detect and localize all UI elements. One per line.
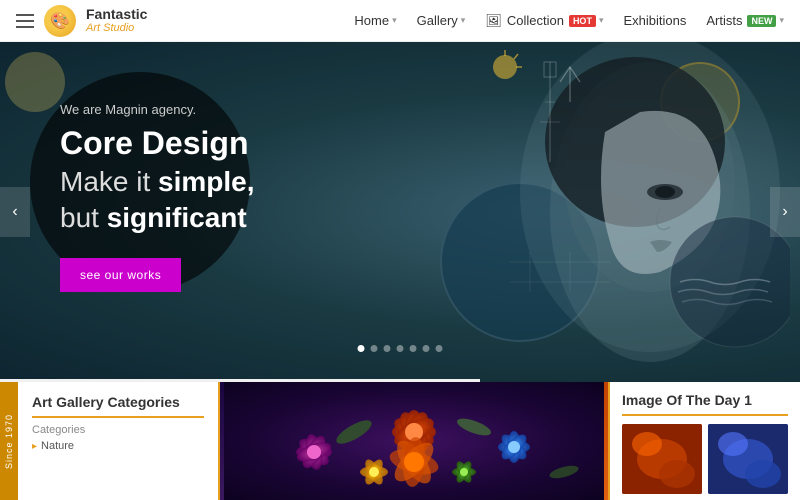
nav-artists[interactable]: Artists NEW ▾: [706, 13, 784, 28]
bottom-section: Since 1970 Art Gallery Categories Catego…: [0, 382, 800, 500]
slider-prev-button[interactable]: ‹: [0, 187, 30, 237]
nav-gallery[interactable]: Gallery ▾: [417, 13, 466, 28]
logo-studio: Art Studio: [86, 22, 147, 34]
category-item-label: Nature: [41, 440, 74, 452]
logo-text: Fantastic Art Studio: [86, 7, 147, 34]
chevron-down-icon: ▾: [779, 15, 784, 26]
nav-exhibitions[interactable]: Exhibitions: [623, 13, 686, 28]
header-left: Fantastic Art Studio: [16, 5, 147, 37]
gallery-categories-panel: Art Gallery Categories Categories ▸ Natu…: [18, 382, 218, 500]
hot-badge: HOT: [569, 15, 596, 27]
image-thumbnails: [622, 424, 788, 494]
hero-title-line3: but significant: [60, 202, 255, 234]
logo-icon: [44, 5, 76, 37]
hero-circle-topleft: [5, 52, 65, 112]
chevron-down-icon: ▾: [599, 15, 604, 26]
category-item-nature[interactable]: ▸ Nature: [32, 440, 204, 452]
new-badge: NEW: [747, 15, 776, 27]
image-of-day-title: Image Of The Day 1: [622, 392, 788, 416]
image-of-day-panel: Image Of The Day 1: [610, 382, 800, 500]
thumbnail-2[interactable]: [708, 424, 788, 494]
nav-menu: Home ▾ Gallery ▾ 🖼 Collection HOT ▾ Exhi…: [354, 13, 784, 29]
since-label: Since 1970: [0, 382, 18, 500]
center-artwork-image: [220, 382, 608, 500]
slider-dot[interactable]: [397, 345, 404, 352]
hero-background: We are Magnin agency. Core Design Make i…: [0, 42, 800, 382]
collection-icon: 🖼: [485, 13, 502, 29]
slider-dot[interactable]: [358, 345, 365, 352]
hero-title-line1: Core Design: [60, 125, 255, 162]
chevron-down-icon: ▾: [392, 15, 397, 26]
gallery-categories-title: Art Gallery Categories: [32, 394, 204, 418]
hero-content: We are Magnin agency. Core Design Make i…: [60, 102, 255, 292]
slider-dot[interactable]: [436, 345, 443, 352]
category-arrow-icon: ▸: [32, 441, 37, 452]
hero-slider: We are Magnin agency. Core Design Make i…: [0, 42, 800, 382]
logo-fantastic: Fantastic: [86, 7, 147, 22]
categories-label: Categories: [32, 424, 204, 436]
nav-home[interactable]: Home ▾: [354, 13, 396, 28]
slider-next-button[interactable]: ›: [770, 187, 800, 237]
flower-svg: [220, 382, 608, 500]
thumbnail-1[interactable]: [622, 424, 702, 494]
flower-artwork: [220, 382, 608, 500]
slider-dot[interactable]: [410, 345, 417, 352]
nav-collection[interactable]: 🖼 Collection HOT ▾: [485, 13, 603, 29]
slider-dot[interactable]: [371, 345, 378, 352]
chevron-down-icon: ▾: [461, 15, 466, 26]
hero-title-line2: Make it simple,: [60, 166, 255, 198]
slider-dot[interactable]: [384, 345, 391, 352]
slider-dot[interactable]: [423, 345, 430, 352]
slider-dots: [358, 345, 443, 352]
hamburger-menu[interactable]: [16, 14, 34, 28]
hero-cta-button[interactable]: see our works: [60, 258, 181, 292]
header: Fantastic Art Studio Home ▾ Gallery ▾ 🖼 …: [0, 0, 800, 42]
hero-subtitle: We are Magnin agency.: [60, 102, 255, 117]
hero-face-illustration: [450, 42, 790, 382]
